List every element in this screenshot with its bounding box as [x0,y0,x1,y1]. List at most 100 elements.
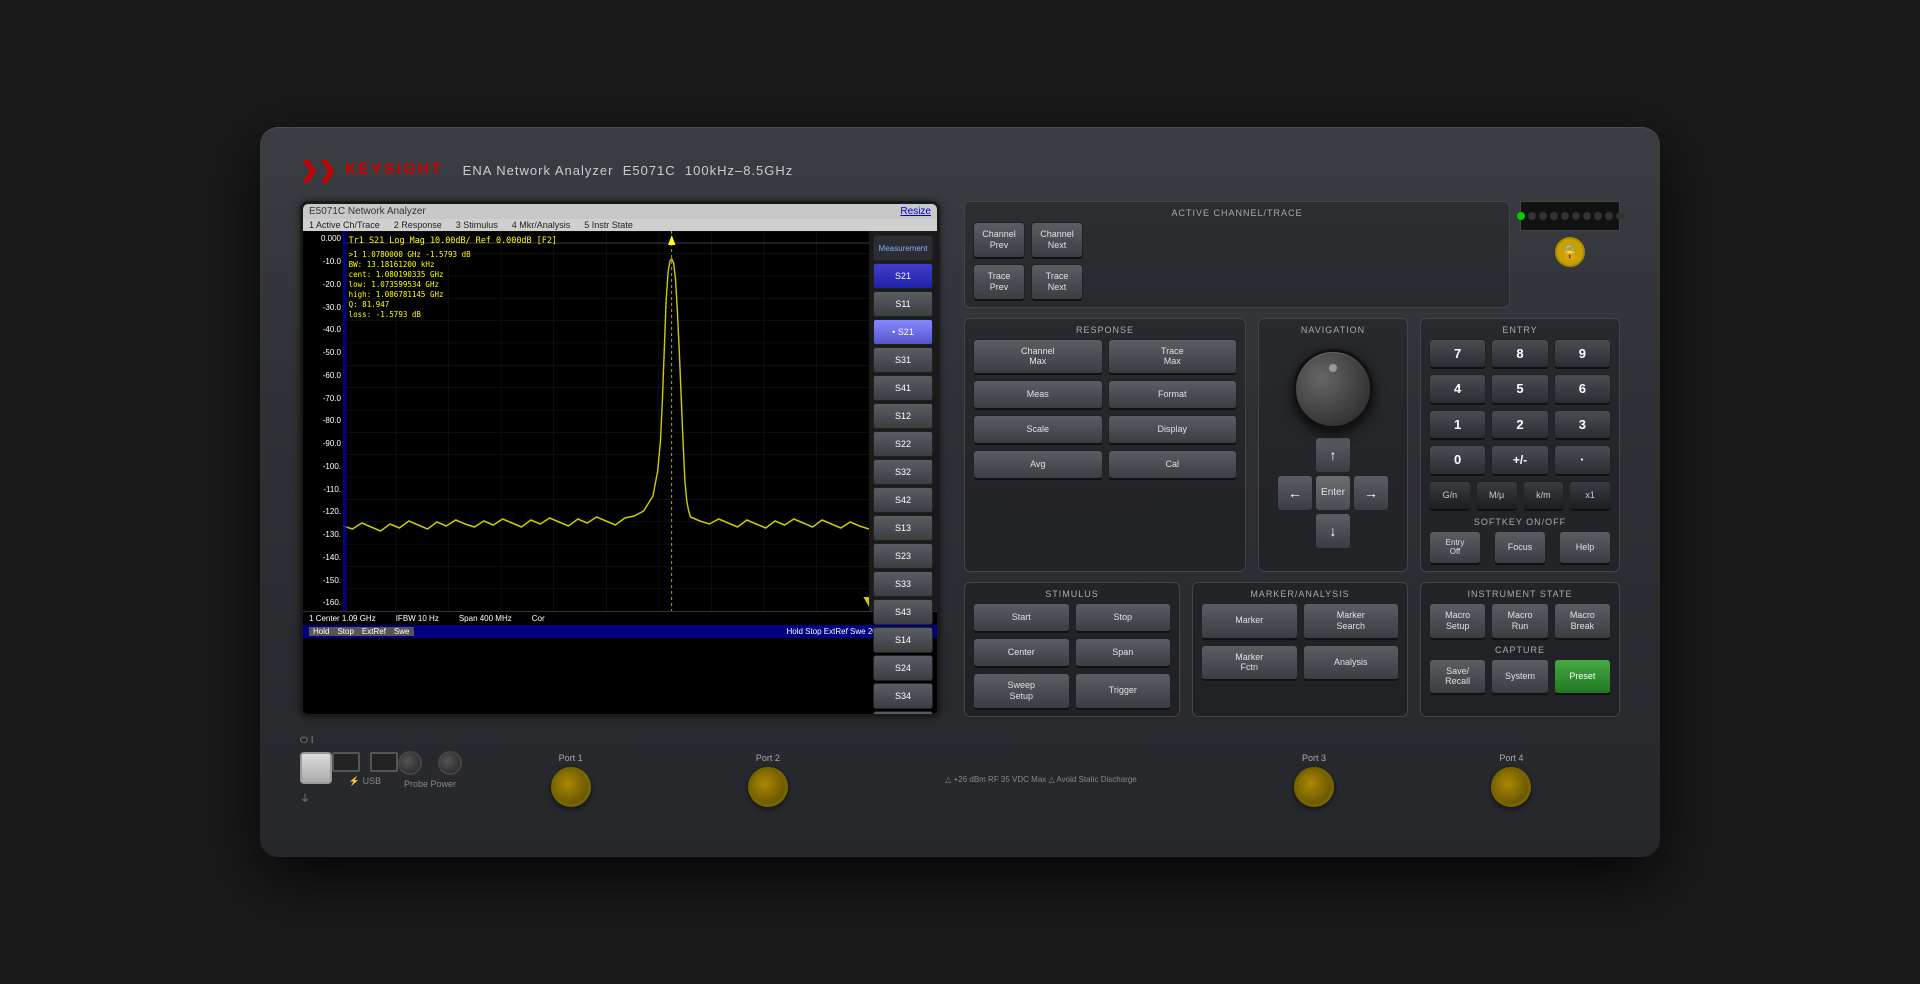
response-section: Response ChannelMax TraceMax Meas Format… [964,318,1246,573]
start-button[interactable]: Start [973,603,1070,633]
probe-connector-2[interactable] [438,751,462,775]
menu-response[interactable]: 2 Response [394,220,442,230]
softkey-s11[interactable]: S11 [873,291,933,317]
nav-empty-tl [1277,437,1313,473]
probe-connector-1[interactable] [398,751,422,775]
key-1[interactable]: 1 [1429,410,1486,441]
usb-port-1[interactable] [332,752,360,772]
analysis-button[interactable]: Analysis [1303,645,1400,682]
port-4-rf-connector[interactable] [1491,767,1531,807]
focus-button[interactable]: Focus [1494,531,1546,565]
trace-max-button[interactable]: TraceMax [1108,339,1238,376]
softkey-s24[interactable]: S24 [873,655,933,681]
nav-down-button[interactable]: ↓ [1315,513,1351,549]
hold-status: Hold [309,627,333,636]
key-6[interactable]: 6 [1554,374,1611,405]
softkey-s12[interactable]: S12 [873,403,933,429]
datetime-status: Hold Stop ExtRef Swe 2018-07-27 15:29 [414,627,932,636]
span-button[interactable]: Span [1075,638,1172,668]
key-3[interactable]: 3 [1554,410,1611,441]
softkey-s31[interactable]: S31 [873,347,933,373]
port-2-rf-connector[interactable] [748,767,788,807]
softkey-s13[interactable]: S13 [873,515,933,541]
help-button[interactable]: Help [1559,531,1611,565]
softkey-s41[interactable]: S41 [873,375,933,401]
softkey-s43[interactable]: S43 [873,599,933,625]
resize-button[interactable]: Resize [900,206,931,217]
power-button[interactable] [300,752,332,784]
nav-up-button[interactable]: ↑ [1315,437,1351,473]
response-label: Response [973,325,1237,335]
save-recall-button[interactable]: Save/Recall [1429,659,1486,696]
svg-text:BW: 13.18161200 kHz: BW: 13.18161200 kHz [349,260,435,269]
svg-text:low: 1.073599534 GHz: low: 1.073599534 GHz [349,280,439,289]
display-button[interactable]: Display [1108,415,1238,445]
nav-right-button[interactable]: → [1353,475,1389,511]
avg-button[interactable]: Avg [973,450,1103,480]
softkey-s34[interactable]: S34 [873,683,933,709]
active-channel-buttons: ChannelPrev ChannelNext [973,222,1501,259]
softkey-measurement-label: Measurement [873,235,933,261]
cal-button[interactable]: Cal [1108,450,1238,480]
navigation-knob[interactable] [1293,349,1373,429]
softkey-s44[interactable]: S44 [873,711,933,716]
key-km[interactable]: k/m [1523,481,1565,511]
display-dots [1517,212,1624,220]
scale-button[interactable]: Scale [973,415,1103,445]
key-mu[interactable]: M/μ [1476,481,1518,511]
softkey-s32[interactable]: S32 [873,459,933,485]
key-9[interactable]: 9 [1554,339,1611,370]
nav-enter-button[interactable]: Enter [1315,475,1351,511]
key-x1[interactable]: x1 [1569,481,1611,511]
port-1-rf-connector[interactable] [551,767,591,807]
format-button[interactable]: Format [1108,380,1238,410]
key-plusminus[interactable]: +/- [1491,445,1548,476]
marker-fctn-button[interactable]: MarkerFctn [1201,645,1298,682]
softkey-s14[interactable]: S14 [873,627,933,653]
nav-left-button[interactable]: ← [1277,475,1313,511]
softkey-s21-active[interactable]: • S21 [873,319,933,345]
usb-port-2[interactable] [370,752,398,772]
menu-active-ch[interactable]: 1 Active Ch/Trace [309,220,380,230]
key-decimal[interactable]: · [1554,445,1611,476]
probe-connectors [398,751,462,775]
screen-status-bar: 1 Center 1.09 GHz IFBW 10 Hz Span 400 MH… [303,611,937,625]
meas-button[interactable]: Meas [973,380,1103,410]
trace-next-button[interactable]: TraceNext [1031,264,1083,301]
system-button[interactable]: System [1491,659,1548,696]
nav-empty-tr [1353,437,1389,473]
key-7[interactable]: 7 [1429,339,1486,370]
preset-button[interactable]: Preset [1554,659,1611,696]
port-3-rf-connector[interactable] [1294,767,1334,807]
channel-next-button[interactable]: ChannelNext [1031,222,1083,259]
marker-button[interactable]: Marker [1201,603,1298,640]
led-dot-1 [1517,212,1525,220]
led-dot-3 [1539,212,1547,220]
macro-run-button[interactable]: MacroRun [1491,603,1548,640]
marker-search-button[interactable]: MarkerSearch [1303,603,1400,640]
key-5[interactable]: 5 [1491,374,1548,405]
macro-setup-button[interactable]: MacroSetup [1429,603,1486,640]
softkey-s42[interactable]: S42 [873,487,933,513]
channel-max-button[interactable]: ChannelMax [973,339,1103,376]
key-0[interactable]: 0 [1429,445,1486,476]
sweep-setup-button[interactable]: SweepSetup [973,673,1070,710]
key-gn[interactable]: G/n [1429,481,1471,511]
key-8[interactable]: 8 [1491,339,1548,370]
softkey-s22[interactable]: S22 [873,431,933,457]
softkey-s23[interactable]: S23 [873,543,933,569]
entry-off-button[interactable]: EntryOff [1429,531,1481,565]
menu-mkr-analysis[interactable]: 4 Mkr/Analysis [512,220,571,230]
menu-stimulus[interactable]: 3 Stimulus [456,220,498,230]
trigger-button[interactable]: Trigger [1075,673,1172,710]
menu-instr-state[interactable]: 5 Instr State [584,220,633,230]
trace-prev-button[interactable]: TracePrev [973,264,1025,301]
stop-button[interactable]: Stop [1075,603,1172,633]
key-2[interactable]: 2 [1491,410,1548,441]
channel-prev-button[interactable]: ChannelPrev [973,222,1025,259]
macro-break-button[interactable]: MacroBreak [1554,603,1611,640]
softkey-s21-measurement[interactable]: S21 [873,263,933,289]
key-4[interactable]: 4 [1429,374,1486,405]
center-button[interactable]: Center [973,638,1070,668]
softkey-s33[interactable]: S33 [873,571,933,597]
